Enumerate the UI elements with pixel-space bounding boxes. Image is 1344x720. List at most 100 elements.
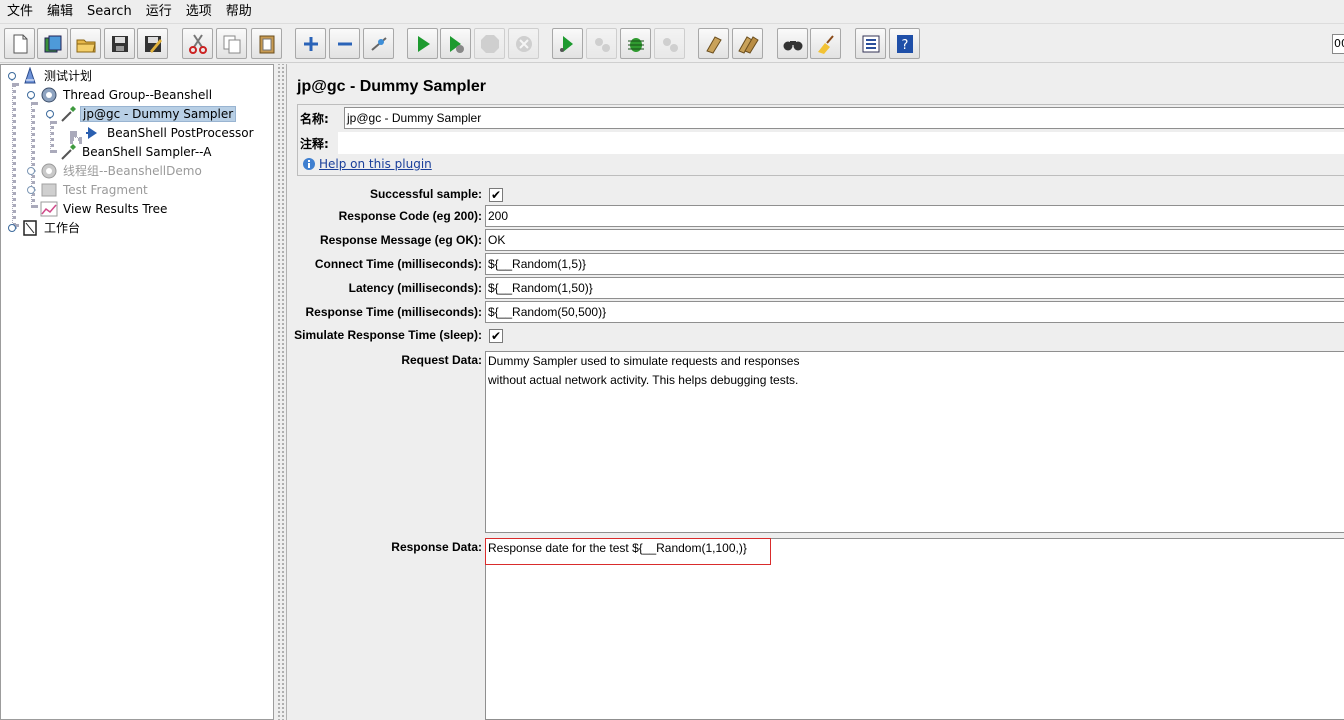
response-message-input[interactable]: OK <box>485 229 1344 251</box>
shutdown-icon <box>515 35 532 52</box>
tree-expanded-icon[interactable] <box>26 90 36 100</box>
menu-options[interactable]: 选项 <box>179 0 219 24</box>
menu-file[interactable]: 文件 <box>0 0 40 24</box>
tree-collapsed-icon[interactable] <box>26 166 36 176</box>
page-title: jp@gc - Dummy Sampler <box>297 78 486 95</box>
info-icon <box>303 158 315 170</box>
remote-stop-button[interactable] <box>586 28 617 59</box>
start-no-pause-icon <box>449 35 464 53</box>
simulate-response-time-checkbox[interactable]: ✔ <box>489 329 503 343</box>
start-button[interactable] <box>407 28 438 59</box>
remote-start-all-button[interactable] <box>620 28 651 59</box>
remote-stop-all-button[interactable] <box>654 28 685 59</box>
tree-item-thread-group[interactable]: Thread Group--Beanshell <box>26 85 214 104</box>
paste-icon <box>259 35 274 53</box>
panel-splitter[interactable] <box>276 64 284 720</box>
successful-sample-label: Successful sample: <box>369 187 482 201</box>
clear-all-icon <box>737 35 759 54</box>
tree-item-thread-group-demo[interactable]: 线程组--BeanshellDemo <box>26 161 204 180</box>
remote-start-all-icon <box>627 37 644 52</box>
name-comment-section: 名称: jp@gc - Dummy Sampler 注释: Help on th… <box>297 104 1344 176</box>
reset-search-icon <box>817 34 834 54</box>
tree-collapsed-icon[interactable] <box>26 185 36 195</box>
tree-item-beanshell-sampler[interactable]: BeanShell Sampler--A <box>59 142 213 161</box>
open-button[interactable] <box>70 28 101 59</box>
tree-item-label: 工作台 <box>44 221 81 235</box>
clear-button[interactable] <box>698 28 729 59</box>
expand-button[interactable] <box>295 28 326 59</box>
pipette-icon <box>61 143 76 160</box>
tree-expanded-icon[interactable] <box>45 109 55 119</box>
tree-item-label: Thread Group--Beanshell <box>63 87 213 102</box>
toggle-button[interactable] <box>363 28 394 59</box>
response-code-input[interactable]: 200 <box>485 205 1344 227</box>
stop-icon <box>480 34 499 53</box>
templates-icon <box>44 35 61 52</box>
remote-start-icon <box>559 35 573 52</box>
toolbar: ? 00 <box>0 25 1344 63</box>
function-helper-icon <box>862 35 879 52</box>
start-icon <box>417 35 430 52</box>
name-field[interactable]: jp@gc - Dummy Sampler <box>344 107 1344 129</box>
help-icon: ? <box>896 34 913 53</box>
copy-icon <box>223 35 240 53</box>
request-data-line: Dummy Sampler used to simulate requests … <box>488 354 800 368</box>
save-as-button[interactable] <box>137 28 168 59</box>
menu-run[interactable]: 运行 <box>139 0 179 24</box>
reset-search-button[interactable] <box>810 28 841 59</box>
remote-stop-all-icon <box>662 37 678 52</box>
function-helper-button[interactable] <box>855 28 886 59</box>
response-data-label: Response Data: <box>391 540 482 554</box>
collapse-button[interactable] <box>329 28 360 59</box>
tree-item-label: BeanShell Sampler--A <box>82 144 212 159</box>
simulate-response-time-label: Simulate Response Time (sleep): <box>294 328 482 342</box>
stop-button[interactable] <box>474 28 505 59</box>
tree-item-test-plan[interactable]: 测试计划 <box>7 66 94 85</box>
response-code-label: Response Code (eg 200): <box>338 209 482 223</box>
help-button[interactable]: ? <box>889 28 920 59</box>
menu-bar: 文件 编辑 Search 运行 选项 帮助 <box>0 0 1344 24</box>
paste-button[interactable] <box>251 28 282 59</box>
menu-search[interactable]: Search <box>80 0 139 24</box>
tree-item-workbench[interactable]: 工作台 <box>7 218 82 237</box>
save-as-icon <box>144 35 162 53</box>
new-button[interactable] <box>4 28 35 59</box>
connect-time-input[interactable]: ${__Random(1,5)} <box>485 253 1344 275</box>
successful-sample-checkbox[interactable]: ✔ <box>489 188 503 202</box>
tree-item-label: BeanShell PostProcessor <box>107 125 254 140</box>
tree-item-label: jp@gc - Dummy Sampler <box>80 105 237 122</box>
response-data-textarea[interactable]: Response date for the test ${__Random(1,… <box>485 538 1344 720</box>
response-message-label: Response Message (eg OK): <box>319 233 482 247</box>
tree-item-label: Test Fragment <box>63 182 148 197</box>
cut-icon <box>188 33 207 54</box>
request-data-label: Request Data: <box>401 353 482 367</box>
latency-label: Latency (milliseconds): <box>348 281 482 295</box>
help-link[interactable]: Help on this plugin <box>319 157 432 171</box>
request-data-textarea[interactable]: Dummy Sampler used to simulate requests … <box>485 351 1344 533</box>
help-row: Help on this plugin <box>302 157 432 171</box>
cut-button[interactable] <box>182 28 213 59</box>
test-plan-tree[interactable]: 测试计划 Thread Group--Beanshell jp@gc - Dum… <box>0 64 274 720</box>
tree-expanded-icon[interactable] <box>7 71 17 81</box>
comment-field[interactable] <box>338 132 1344 154</box>
search-button[interactable] <box>777 28 808 59</box>
tree-item-postprocessor[interactable]: BeanShell PostProcessor <box>84 123 256 142</box>
copy-button[interactable] <box>216 28 247 59</box>
svg-text:?: ? <box>901 38 908 53</box>
remote-start-button[interactable] <box>552 28 583 59</box>
save-button[interactable] <box>104 28 135 59</box>
tree-item-test-fragment[interactable]: Test Fragment <box>26 180 150 199</box>
open-icon <box>76 39 96 52</box>
clear-all-button[interactable] <box>732 28 763 59</box>
request-data-line: without actual network activity. This he… <box>488 373 799 387</box>
latency-input[interactable]: ${__Random(1,50)} <box>485 277 1344 299</box>
menu-help[interactable]: 帮助 <box>219 0 259 24</box>
response-time-input[interactable]: ${__Random(50,500)} <box>485 301 1344 323</box>
tree-collapsed-icon[interactable] <box>7 223 17 233</box>
menu-edit[interactable]: 编辑 <box>40 0 80 24</box>
start-no-pause-button[interactable] <box>440 28 471 59</box>
shutdown-button[interactable] <box>508 28 539 59</box>
templates-button[interactable] <box>37 28 68 59</box>
tree-item-view-results-tree[interactable]: View Results Tree <box>40 199 169 218</box>
tree-item-dummy-sampler[interactable]: jp@gc - Dummy Sampler <box>45 104 237 123</box>
